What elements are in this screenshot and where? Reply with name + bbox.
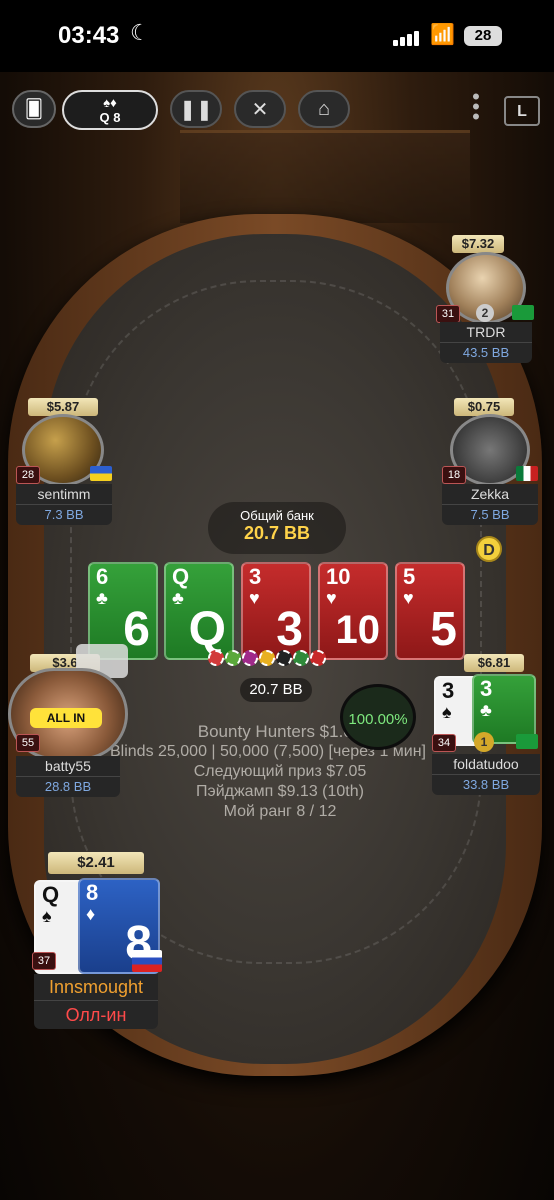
board-card-4-big: 10 [335,608,381,652]
club-icon: ♣ [96,588,108,608]
plate-foldatudoo: foldatudoo 33.8 BB [432,754,540,795]
status-time: 03:43 [58,22,120,49]
stack-zekka: 7.5 BB [442,504,538,525]
stack-trdr: 43.5 BB [440,342,532,363]
name-batty: batty55 [45,758,91,774]
pot-value: 20.7 BB [243,523,311,543]
plate-batty: batty55 28.8 BB [16,756,120,797]
board-card-2: Q ♣ Q [164,562,234,660]
battery-indicator: 28 [464,26,502,46]
level-batty: 55 [16,734,40,752]
flag-icon-brazil [512,305,534,320]
bounty-trdr: $7.32 [452,235,504,253]
lobby-button[interactable]: ⌂ [298,90,350,128]
pot-display: Общий банк 20.7 BB [208,502,346,554]
bounty-foldatudoo: $6.81 [464,654,524,672]
board-card-5-big: 5 [430,603,457,656]
my-rank: Мой ранг 8 / 12 [223,803,337,820]
board-card-5-rank: 5 [403,564,416,589]
my-cards-button[interactable]: ♠♦ Q 8 [62,90,158,130]
layout-button[interactable]: L [504,96,540,126]
name-hero: Innsmought [34,974,158,1000]
level-zekka: 18 [442,466,466,484]
heart-icon: ♥ [403,588,414,608]
pay-jump: Пэйджамп $9.13 (10th) [196,783,364,800]
allin-status: Олл-ин [34,1000,158,1029]
board-card-2-rank: Q [172,564,190,589]
pot-label: Общий банк [240,508,314,523]
sunglasses-icon: ALL IN [30,708,102,728]
heart-icon: ♥ [249,588,260,608]
next-prize: Следующий приз $7.05 [193,763,367,780]
flag-icon-russia [132,950,162,972]
name-foldatudoo: foldatudoo [453,756,519,772]
bounty-hero: $2.41 [48,852,144,874]
chip-icon [259,650,275,666]
hero-card-2-rank: 8 [86,880,99,905]
chip-icon [225,650,241,666]
board-card-3: 3 ♥ 3 [241,562,311,660]
badge-trdr: 2 [476,304,494,322]
board-card-4: 10 ♥ 10 [318,562,388,660]
bar-shelf [180,130,470,223]
plate-zekka: Zekka 7.5 BB [442,484,538,525]
foldatudoo-card-1-rank: 3 [442,678,455,703]
chip-icon [310,650,326,666]
plate-sentimm: sentimm 7.3 BB [16,484,112,525]
board-card-3-big: 3 [276,603,303,656]
hand-ranks: Q 8 [99,110,121,125]
board-card-3-rank: 3 [249,564,262,589]
signal-icon [393,28,421,46]
hand-suits: ♠♦ [103,95,117,110]
foldatudoo-card-2-rank: 3 [480,676,493,701]
name-sentimm: sentimm [37,486,91,502]
moon-icon: ☾ [130,20,150,45]
plate-trdr: TRDR 43.5 BB [440,322,532,363]
club-icon: ♣ [172,588,184,608]
spade-icon: ♠ [42,906,52,926]
pause-button[interactable]: ❚❚ [170,90,222,128]
level-foldatudoo: 34 [432,734,456,752]
stack-batty: 28.8 BB [16,776,120,797]
dealer-button: D [476,536,502,562]
home-icon: ⌂ [317,97,331,120]
diamond-icon: ♦ [86,904,96,924]
stack-sentimm: 7.3 BB [16,504,112,525]
equity-indicator: 100.00% [340,684,416,750]
level-hero: 37 [32,952,56,970]
chip-icon [208,650,224,666]
pot-chips [208,650,327,670]
board-card-5: 5 ♥ 5 [395,562,465,660]
board-card-2-big: Q [188,603,226,656]
hand-history-button[interactable]: 🂠 [12,90,56,128]
chip-icon [293,650,309,666]
level-sentimm: 28 [16,466,40,484]
stack-foldatudoo: 33.8 BB [432,774,540,795]
flag-icon-brazil [516,734,538,749]
close-icon: ✕ [251,98,269,121]
flag-icon-ukraine [90,466,112,481]
name-trdr: TRDR [466,324,506,340]
badge-foldatudoo: 1 [474,732,494,752]
flag-icon-mexico [516,466,538,481]
spade-icon: ♠ [442,702,452,722]
level-trdr: 31 [436,305,460,323]
close-button[interactable]: ✕ [234,90,286,128]
club-icon: ♣ [480,700,492,720]
menu-icon[interactable]: • • • [468,86,484,128]
name-zekka: Zekka [470,486,510,502]
board-card-4-rank: 10 [326,564,351,589]
board-card-1-rank: 6 [96,564,109,589]
chip-icon [276,650,292,666]
wifi-icon: 📶 [430,24,455,46]
bet-amount: 20.7 BB [240,678,312,702]
hero-card-1-rank: Q [42,882,60,907]
chip-icon [242,650,258,666]
pause-icon: ❚❚ [179,98,213,121]
